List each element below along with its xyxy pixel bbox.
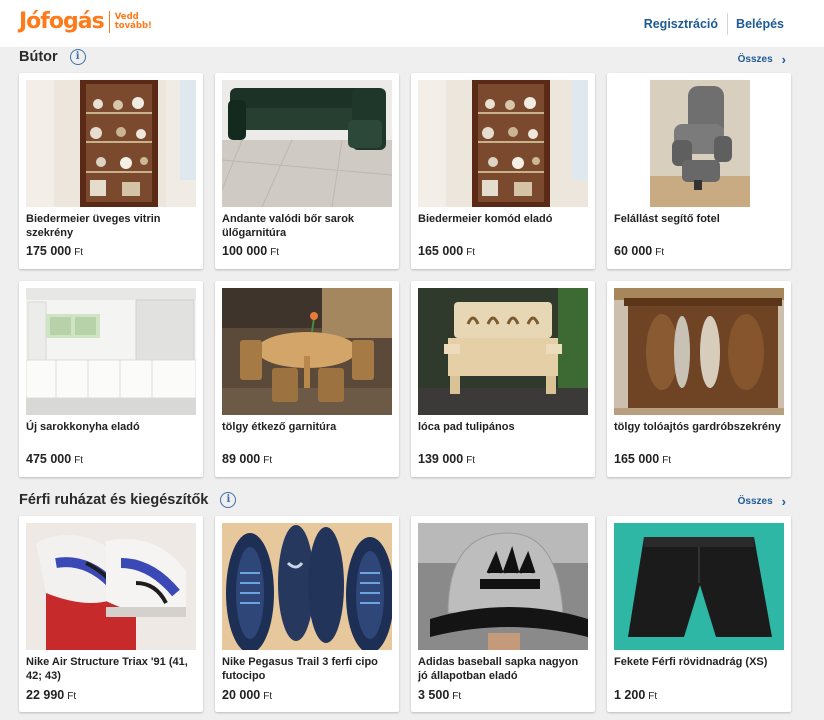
sneakers-blue-image	[222, 523, 392, 650]
see-all-furniture-link[interactable]: Összes ›	[738, 52, 786, 67]
listing-card[interactable]: Nike Pegasus Trail 3 ferfi cipo futocipo…	[215, 516, 399, 712]
account-nav: Regisztráció Belépés	[644, 0, 784, 47]
jofogas-logo[interactable]: Jófogás Vedd tovább!	[19, 9, 152, 34]
listing-price: 100 000 Ft	[222, 244, 279, 258]
listing-title: lóca pad tulipános	[418, 421, 515, 433]
price-value: 100 000	[222, 244, 268, 258]
listing-title: Fekete Férfi rövidnadrág (XS)	[614, 656, 768, 668]
listing-title: Nike Air Structure Triax '91 (41, 42; 43…	[26, 656, 188, 682]
price-currency: Ft	[270, 247, 280, 258]
login-link[interactable]: Belépés	[736, 17, 784, 31]
lift-chair-image	[614, 80, 784, 207]
listing-card[interactable]: Adidas baseball sapka nagyon jó állapotb…	[411, 516, 595, 712]
section-title-furniture: Bútor i	[19, 49, 86, 65]
listing-title: Biedermeier üveges vitrin szekrény	[26, 213, 161, 239]
listing-card[interactable]: Felállást segítő fotel 60 000 Ft	[607, 73, 791, 269]
listing-card[interactable]: Új sarokkonyha eladó 475 000 Ft	[19, 281, 203, 477]
listing-title: Felállást segítő fotel	[614, 213, 720, 225]
glass-cabinet-image	[26, 80, 196, 207]
listing-price: 165 000 Ft	[614, 452, 671, 466]
logo-tagline: Vedd tovább!	[114, 12, 152, 31]
listing-card[interactable]: Fekete Férfi rövidnadrág (XS) 1 200 Ft	[607, 516, 791, 712]
listing-title: Biedermeier komód eladó	[418, 213, 553, 225]
price-currency: Ft	[466, 247, 476, 258]
listing-title: tölgy étkező garnitúra	[222, 421, 337, 433]
listing-card[interactable]: tölgy étkező garnitúra 89 000 Ft	[215, 281, 399, 477]
listing-price: 139 000 Ft	[418, 452, 475, 466]
cap-image	[418, 523, 588, 650]
glass-cabinet-image	[418, 80, 588, 207]
wardrobe-image	[614, 288, 784, 415]
section-title-text: Bútor	[19, 49, 58, 65]
listing-card[interactable]: lóca pad tulipános 139 000 Ft	[411, 281, 595, 477]
listing-card[interactable]: Biedermeier komód eladó 165 000 Ft	[411, 73, 595, 269]
price-value: 165 000	[418, 244, 464, 258]
listing-title: Andante valódi bőr sarok ülőgarnitúra	[222, 213, 355, 239]
price-currency: Ft	[655, 247, 665, 258]
price-value: 475 000	[26, 452, 72, 466]
listing-price: 475 000 Ft	[26, 452, 83, 466]
top-bar: Jófogás Vedd tovább! Regisztráció Belépé…	[0, 0, 824, 47]
listing-price: 22 990 Ft	[26, 688, 76, 702]
info-icon[interactable]: i	[220, 492, 237, 508]
price-currency: Ft	[648, 691, 658, 702]
chevron-right-icon: ›	[781, 52, 786, 67]
listing-title: Új sarokkonyha eladó	[26, 421, 140, 433]
logo-divider	[108, 10, 110, 33]
dining-set-image	[222, 288, 392, 415]
wooden-bench-image	[418, 288, 588, 415]
price-currency: Ft	[263, 691, 273, 702]
price-currency: Ft	[263, 455, 273, 466]
price-value: 89 000	[222, 452, 261, 466]
listing-price: 1 200 Ft	[614, 688, 657, 702]
price-value: 60 000	[614, 244, 653, 258]
price-value: 165 000	[614, 452, 660, 466]
price-value: 22 990	[26, 688, 65, 702]
price-currency: Ft	[67, 691, 77, 702]
logo-word: Jófogás	[19, 9, 105, 34]
white-kitchen-image	[26, 288, 196, 415]
chevron-right-icon: ›	[781, 494, 786, 509]
listing-price: 89 000 Ft	[222, 452, 272, 466]
price-value: 20 000	[222, 688, 261, 702]
listing-title: Adidas baseball sapka nagyon jó állapotb…	[418, 656, 579, 682]
listing-title: tölgy tolóajtós gardróbszekrény	[614, 421, 781, 433]
price-currency: Ft	[466, 455, 476, 466]
price-currency: Ft	[452, 691, 462, 702]
listing-card[interactable]: Biedermeier üveges vitrin szekrény 175 0…	[19, 73, 203, 269]
info-icon[interactable]: i	[69, 49, 86, 65]
listing-card[interactable]: Nike Air Structure Triax '91 (41, 42; 43…	[19, 516, 203, 712]
shorts-image	[614, 523, 784, 650]
leather-corner-sofa-image	[222, 80, 392, 207]
listing-price: 20 000 Ft	[222, 688, 272, 702]
see-all-label: Összes	[737, 54, 773, 65]
listing-price: 3 500 Ft	[418, 688, 461, 702]
nav-divider	[727, 12, 729, 35]
listing-card[interactable]: Andante valódi bőr sarok ülőgarnitúra 10…	[215, 73, 399, 269]
see-all-label: Összes	[737, 496, 773, 507]
listing-price: 165 000 Ft	[418, 244, 475, 258]
register-link[interactable]: Regisztráció	[644, 17, 718, 31]
price-value: 1 200	[614, 688, 646, 702]
price-value: 175 000	[26, 244, 72, 258]
section-title-mens-clothing: Férfi ruházat és kiegészítők i	[19, 492, 237, 508]
price-value: 139 000	[418, 452, 464, 466]
section-title-text: Férfi ruházat és kiegészítők	[19, 492, 209, 508]
listing-card[interactable]: tölgy tolóajtós gardróbszekrény 165 000 F…	[607, 281, 791, 477]
price-value: 3 500	[418, 688, 450, 702]
listing-title: Nike Pegasus Trail 3 ferfi cipo futocipo	[222, 656, 378, 682]
price-currency: Ft	[74, 455, 84, 466]
logo-tag-line2: tovább!	[114, 20, 152, 31]
price-currency: Ft	[74, 247, 84, 258]
sneakers-white-image	[26, 523, 196, 650]
listing-price: 175 000 Ft	[26, 244, 83, 258]
price-currency: Ft	[662, 455, 672, 466]
listing-price: 60 000 Ft	[614, 244, 664, 258]
see-all-mens-clothing-link[interactable]: Összes ›	[738, 494, 786, 509]
